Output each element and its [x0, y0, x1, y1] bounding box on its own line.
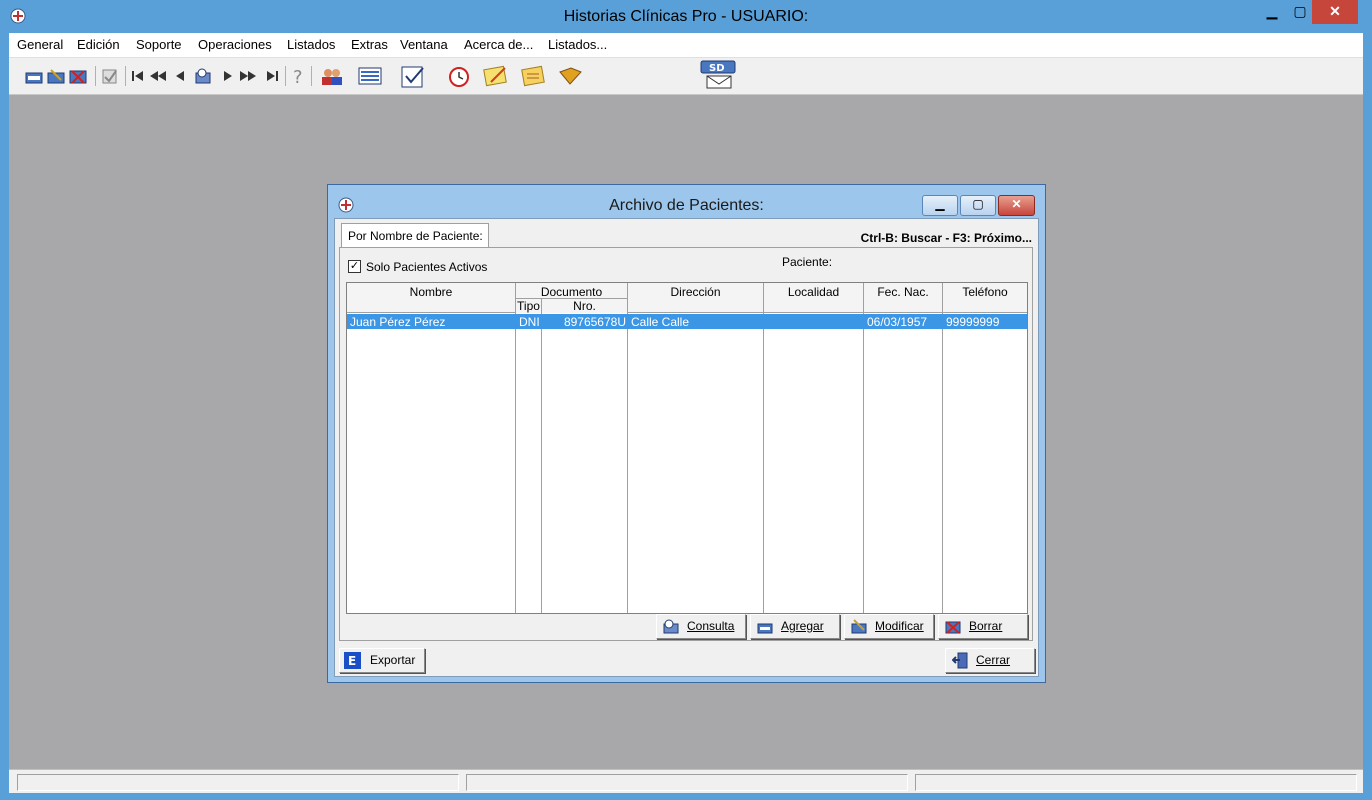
prev-page-icon[interactable]	[149, 67, 167, 85]
consulta-icon	[663, 619, 679, 634]
menu-ventana[interactable]: Ventana	[400, 37, 448, 52]
agregar-icon	[757, 623, 773, 634]
borrar-icon	[945, 621, 961, 634]
cell-fec-nac: 06/03/1957	[867, 315, 928, 329]
next-icon[interactable]	[219, 67, 237, 85]
dialog-maximize-button[interactable]: ▢	[960, 195, 996, 216]
modificar-label: Modificar	[875, 619, 924, 633]
status-panel-1	[17, 774, 459, 791]
borrar-label: Borrar	[969, 619, 1003, 633]
header-nombre[interactable]: Nombre	[347, 283, 516, 313]
sd-mail-icon[interactable]: SD	[699, 60, 737, 90]
table-row[interactable]: Juan Pérez Pérez DNI 89765678U Calle Cal…	[347, 314, 1027, 329]
alarm-icon[interactable]	[447, 64, 471, 88]
modificar-button[interactable]: Modificar	[844, 614, 934, 639]
title-bar[interactable]: Historias Clínicas Pro - USUARIO: ▁ ▢ ✕	[0, 0, 1372, 33]
cell-nombre: Juan Pérez Pérez	[350, 315, 446, 329]
window-title: Historias Clínicas Pro - USUARIO:	[563, 8, 809, 25]
app-window: Historias Clínicas Pro - USUARIO: ▁ ▢ ✕ …	[0, 0, 1372, 800]
menu-listados[interactable]: Listados	[287, 37, 335, 52]
consulta-button[interactable]: Consulta	[656, 614, 746, 639]
header-telefono[interactable]: Teléfono	[943, 283, 1027, 313]
status-bar	[9, 769, 1363, 793]
notes2-icon[interactable]	[521, 64, 547, 88]
status-panel-3	[915, 774, 1357, 791]
menu-operaciones[interactable]: Operaciones	[198, 37, 272, 52]
only-active-checkbox[interactable]: ✓	[348, 260, 361, 273]
last-icon[interactable]	[263, 67, 281, 85]
tab-label: Por Nombre de Paciente:	[348, 229, 483, 243]
exportar-label: Exportar	[370, 653, 416, 667]
menu-edicion[interactable]: Edición	[77, 37, 120, 52]
delete-record-icon[interactable]	[69, 67, 87, 85]
header-nro[interactable]: Nro.	[542, 298, 628, 313]
svg-text:E: E	[348, 654, 356, 668]
menu-general[interactable]: General	[17, 37, 63, 52]
grid-actions: Consulta Agregar Modificar Borrar	[340, 614, 1032, 640]
new-record-icon[interactable]	[25, 67, 43, 85]
tab-panel: ✓ Solo Pacientes Activos Paciente: Nombr…	[339, 247, 1033, 641]
status-panel-2	[466, 774, 908, 791]
tab-por-nombre[interactable]: Por Nombre de Paciente:	[341, 223, 489, 248]
search-icon[interactable]	[194, 67, 212, 85]
header-tipo[interactable]: Tipo	[516, 298, 542, 313]
export-icon: E	[344, 652, 361, 669]
first-icon[interactable]	[129, 67, 147, 85]
menu-extras[interactable]: Extras	[351, 37, 388, 52]
patients-icon[interactable]	[320, 67, 344, 85]
svg-text:?: ?	[293, 67, 303, 85]
check-icon[interactable]	[101, 67, 119, 85]
cerrar-button[interactable]: Cerrar	[945, 648, 1035, 673]
header-localidad[interactable]: Localidad	[764, 283, 864, 313]
help-icon[interactable]: ?	[289, 67, 307, 85]
exit-door-icon	[952, 652, 968, 669]
dialog-body: Por Nombre de Paciente: Ctrl-B: Buscar -…	[334, 218, 1039, 677]
notepad-icon[interactable]	[399, 64, 427, 88]
svg-text:SD: SD	[709, 63, 725, 74]
book-icon[interactable]	[557, 64, 583, 88]
header-fec-nac[interactable]: Fec. Nac.	[864, 283, 943, 313]
header-direccion[interactable]: Dirección	[628, 283, 764, 313]
list-icon[interactable]	[358, 67, 382, 85]
hotkeys-hint: Ctrl-B: Buscar - F3: Próximo...	[860, 231, 1032, 245]
menu-listados-2[interactable]: Listados...	[548, 37, 607, 52]
menu-acerca[interactable]: Acerca de...	[464, 37, 533, 52]
prev-icon[interactable]	[171, 67, 189, 85]
patient-search-label: Paciente:	[782, 255, 833, 269]
cell-nro: 89765678U	[563, 315, 626, 329]
borrar-button[interactable]: Borrar	[938, 614, 1028, 639]
consulta-label: Consulta	[687, 619, 735, 633]
menu-soporte[interactable]: Soporte	[136, 37, 182, 52]
menu-bar: General Edición Soporte Operaciones List…	[9, 33, 1363, 58]
cell-telefono: 99999999	[946, 315, 1000, 329]
toolbar: ? SD	[9, 58, 1363, 95]
edit-record-icon[interactable]	[47, 67, 65, 85]
next-page-icon[interactable]	[239, 67, 257, 85]
modificar-icon	[851, 619, 867, 634]
cerrar-label: Cerrar	[976, 653, 1011, 667]
dialog-close-button[interactable]: ✕	[998, 195, 1035, 216]
dialog-minimize-button[interactable]: ▁	[922, 195, 958, 216]
patients-grid[interactable]: Nombre Documento Tipo Nro. Dirección Loc…	[346, 282, 1028, 614]
patients-dialog: Archivo de Pacientes: ▁ ▢ ✕ Por Nombre d…	[327, 184, 1046, 683]
cell-direccion: Calle Calle	[631, 315, 690, 329]
exportar-button[interactable]: E Exportar	[339, 648, 425, 673]
agregar-button[interactable]: Agregar	[750, 614, 840, 639]
only-active-label: Solo Pacientes Activos	[366, 260, 488, 274]
notes-icon[interactable]	[483, 64, 509, 88]
cell-tipo: DNI	[519, 315, 540, 329]
close-button[interactable]: ✕	[1312, 0, 1358, 24]
agregar-label: Agregar	[781, 619, 824, 633]
